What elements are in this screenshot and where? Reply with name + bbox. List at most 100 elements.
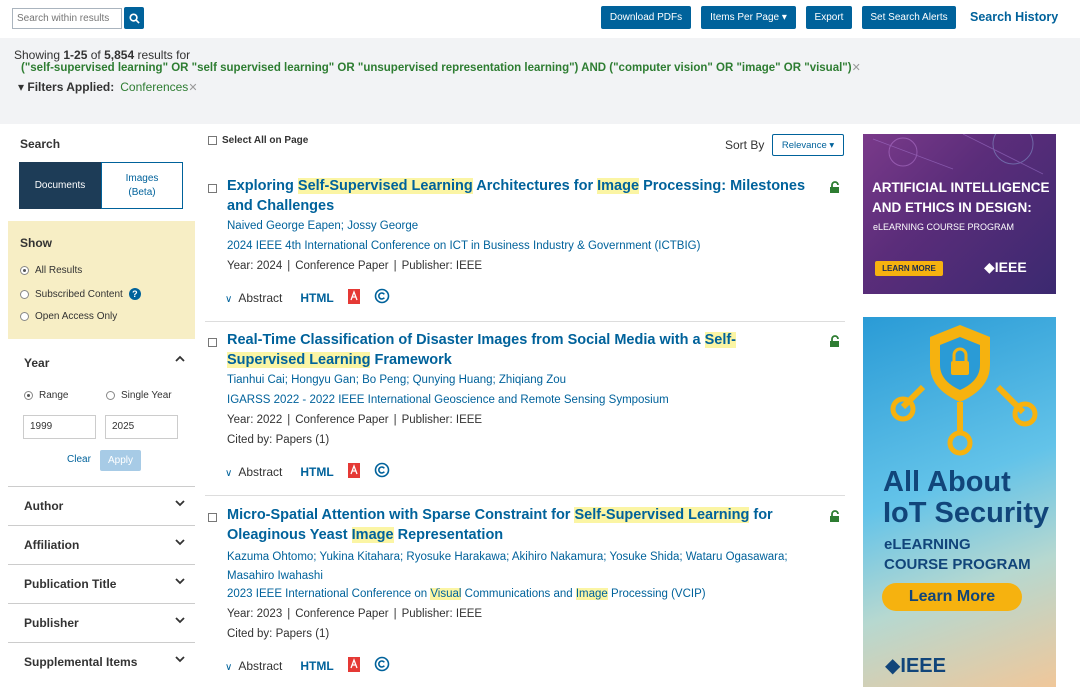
result-title-link[interactable]: Exploring Self-Supervised Learning Archi… bbox=[227, 177, 807, 216]
facet-supplemental-items[interactable]: Supplemental Items bbox=[8, 642, 195, 681]
text-segment: 2024 IEEE 4th International Conference o… bbox=[227, 240, 701, 252]
tab-documents[interactable]: Documents bbox=[19, 162, 101, 209]
chevron-down-icon[interactable] bbox=[175, 616, 185, 627]
radio-all-results[interactable]: All Results bbox=[20, 265, 82, 276]
result-conference-link[interactable]: IGARSS 2022 - 2022 IEEE International Ge… bbox=[227, 393, 669, 407]
chevron-up-icon[interactable] bbox=[175, 354, 185, 365]
ad-learn-more-button[interactable]: LEARN MORE bbox=[875, 261, 943, 276]
radio-unchecked[interactable] bbox=[20, 312, 29, 321]
html-link[interactable]: HTML bbox=[300, 659, 333, 673]
chevron-down-icon[interactable] bbox=[175, 538, 185, 549]
result-checkbox[interactable] bbox=[208, 184, 217, 193]
result-checkbox[interactable] bbox=[208, 513, 217, 522]
highlighted-term: Visual bbox=[430, 588, 462, 600]
result-authors[interactable]: Kazuma Ohtomo; Yukina Kitahara; Ryosuke … bbox=[227, 548, 827, 586]
filter-chip-conferences[interactable]: Conferences✕ bbox=[120, 80, 197, 94]
download-pdfs-button[interactable]: Download PDFs bbox=[601, 6, 691, 29]
chevron-down-icon[interactable] bbox=[175, 577, 185, 588]
export-button[interactable]: Export bbox=[806, 6, 852, 29]
result-authors[interactable]: Naived George Eapen; Jossy George bbox=[227, 219, 418, 233]
items-per-page-button[interactable]: Items Per Page ▾ bbox=[701, 6, 796, 29]
radio-unchecked[interactable] bbox=[106, 391, 115, 400]
year-filter: Year Range Single Year 1999 2025 Clear A… bbox=[8, 339, 195, 476]
pdf-icon[interactable] bbox=[347, 462, 360, 481]
set-search-alerts-button[interactable]: Set Search Alerts bbox=[862, 6, 956, 29]
result-info: Year: 2023 | Conference Paper | Publisher: I… bbox=[227, 608, 483, 620]
radio-checked[interactable] bbox=[24, 391, 33, 400]
abstract-toggle[interactable]: ∨ Abstract bbox=[225, 465, 282, 479]
clear-query-icon[interactable]: ✕ bbox=[852, 62, 861, 74]
result-title-link[interactable]: Real-Time Classification of Disaster Ima… bbox=[227, 331, 807, 370]
ieee-logo: ◆IEEE bbox=[984, 259, 1027, 275]
search-icon bbox=[128, 12, 140, 24]
text-segment: IGARSS 2022 - 2022 IEEE International Ge… bbox=[227, 394, 669, 406]
select-all-checkbox[interactable]: Select All on Page bbox=[208, 135, 308, 146]
result-cited-by[interactable]: Cited by: Papers (1) bbox=[227, 433, 329, 447]
radio-open-access[interactable]: Open Access Only bbox=[20, 311, 117, 322]
highlighted-term: Self-Supervised Learning bbox=[574, 507, 750, 523]
facet-author[interactable]: Author bbox=[8, 486, 195, 525]
result-title-link[interactable]: Micro-Spatial Attention with Sparse Cons… bbox=[227, 506, 807, 545]
result-checkbox[interactable] bbox=[208, 338, 217, 347]
copyright-icon[interactable] bbox=[374, 656, 390, 675]
year-to-input[interactable]: 2025 bbox=[105, 415, 178, 439]
open-access-lock-icon bbox=[829, 510, 842, 526]
pdf-icon[interactable] bbox=[347, 656, 360, 675]
ad-learn-more-button[interactable]: Learn More bbox=[882, 583, 1022, 611]
search-within-results-input[interactable] bbox=[12, 8, 122, 29]
text-segment: Real-Time Classification of Disaster Ima… bbox=[227, 332, 705, 348]
abstract-toggle[interactable]: ∨ Abstract bbox=[225, 291, 282, 305]
ieee-logo: ◆IEEE bbox=[885, 655, 946, 677]
ad-ai-ethics-banner[interactable]: ARTIFICIAL INTELLIGENCE AND ETHICS IN DES… bbox=[863, 134, 1056, 294]
result-authors[interactable]: Tianhui Cai; Hongyu Gan; Bo Peng; Qunyin… bbox=[227, 373, 566, 387]
facet-label: Author bbox=[24, 499, 64, 513]
facet-publication-title[interactable]: Publication Title bbox=[8, 564, 195, 603]
pdf-icon[interactable] bbox=[347, 288, 360, 307]
facet-label: Supplemental Items bbox=[24, 655, 138, 669]
filters-applied: ▾ Filters Applied: Conferences✕ bbox=[18, 80, 198, 94]
chevron-down-icon[interactable] bbox=[175, 499, 185, 510]
sort-select[interactable]: Relevance ▾ bbox=[772, 134, 844, 156]
search-history-link[interactable]: Search History bbox=[970, 10, 1058, 24]
divider bbox=[205, 495, 845, 496]
copyright-icon[interactable] bbox=[374, 462, 390, 481]
copyright-icon[interactable] bbox=[374, 288, 390, 307]
checkbox[interactable] bbox=[208, 136, 217, 145]
results-count: Showing 1-25 of 5,854 results for bbox=[14, 48, 191, 62]
facet-label: Affiliation bbox=[24, 538, 80, 552]
highlighted-term: Self-Supervised Learning bbox=[297, 178, 473, 194]
remove-filter-icon[interactable]: ✕ bbox=[188, 82, 197, 94]
ad-subtitle: eLEARNING COURSE PROGRAM bbox=[884, 536, 1031, 573]
chevron-down-icon: ∨ bbox=[225, 661, 233, 673]
open-access-lock-icon bbox=[829, 335, 842, 351]
search-button[interactable] bbox=[124, 7, 144, 29]
help-icon[interactable]: ? bbox=[128, 288, 141, 300]
tab-images[interactable]: Images (Beta) bbox=[101, 162, 183, 209]
html-link[interactable]: HTML bbox=[300, 291, 333, 305]
radio-subscribed-content[interactable]: Subscribed Content? bbox=[20, 288, 141, 300]
ad-title: All About IoT Security bbox=[883, 466, 1049, 529]
filters-applied-label[interactable]: ▾ Filters Applied: bbox=[18, 80, 114, 94]
result-conference-link[interactable]: 2023 IEEE International Conference on Vi… bbox=[227, 587, 706, 601]
chevron-down-icon: ∨ bbox=[225, 467, 233, 479]
radio-range[interactable]: Range bbox=[24, 390, 68, 401]
radio-single-year[interactable]: Single Year bbox=[106, 390, 172, 401]
abstract-toggle[interactable]: ∨ Abstract bbox=[225, 659, 282, 673]
open-access-lock-icon bbox=[829, 181, 842, 197]
clear-button[interactable]: Clear bbox=[67, 454, 91, 465]
ad-title: ARTIFICIAL INTELLIGENCE AND ETHICS IN DES… bbox=[872, 180, 1050, 215]
html-link[interactable]: HTML bbox=[300, 465, 333, 479]
top-toolbar: Download PDFs Items Per Page ▾ Export Se… bbox=[0, 0, 1080, 38]
radio-unchecked[interactable] bbox=[20, 289, 29, 299]
radio-checked[interactable] bbox=[20, 266, 29, 275]
text-segment: Exploring bbox=[227, 178, 298, 194]
chevron-down-icon[interactable] bbox=[175, 655, 185, 666]
year-from-input[interactable]: 1999 bbox=[23, 415, 96, 439]
result-info: Year: 2024 | Conference Paper | Publisher: I… bbox=[227, 260, 483, 272]
apply-button[interactable]: Apply bbox=[100, 450, 141, 471]
result-conference-link[interactable]: 2024 IEEE 4th International Conference o… bbox=[227, 239, 700, 253]
ad-iot-security-banner[interactable]: All About IoT Security eLEARNING COURSE PR… bbox=[863, 317, 1056, 687]
facet-publisher[interactable]: Publisher bbox=[8, 603, 195, 642]
facet-affiliation[interactable]: Affiliation bbox=[8, 525, 195, 564]
result-cited-by[interactable]: Cited by: Papers (1) bbox=[227, 627, 329, 641]
